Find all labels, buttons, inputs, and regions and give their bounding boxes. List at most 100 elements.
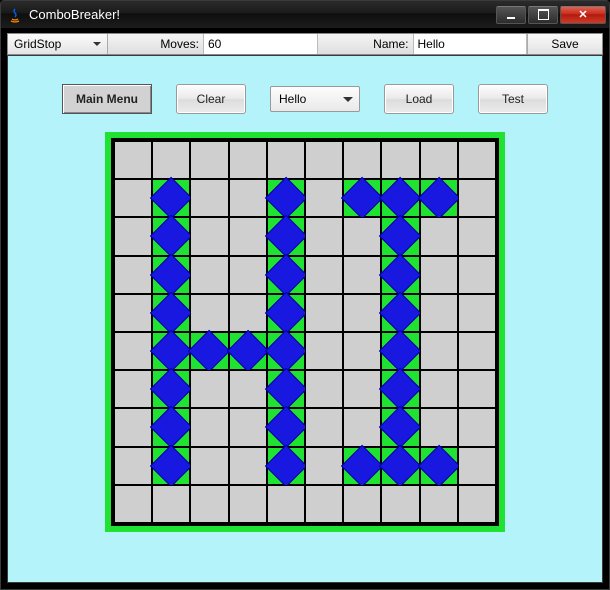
- grid-cell[interactable]: [381, 217, 419, 255]
- grid-cell[interactable]: [420, 294, 458, 332]
- grid-cell[interactable]: [152, 485, 190, 523]
- grid-cell[interactable]: [152, 408, 190, 446]
- close-button[interactable]: [560, 6, 606, 24]
- grid-cell[interactable]: [114, 370, 152, 408]
- grid-cell[interactable]: [190, 447, 228, 485]
- grid-cell[interactable]: [420, 447, 458, 485]
- grid-cell[interactable]: [420, 179, 458, 217]
- test-button[interactable]: Test: [478, 84, 548, 114]
- grid-cell[interactable]: [305, 141, 343, 179]
- grid-cell[interactable]: [229, 256, 267, 294]
- grid-cell[interactable]: [114, 217, 152, 255]
- mode-dropdown[interactable]: GridStop: [8, 34, 108, 54]
- grid-cell[interactable]: [381, 179, 419, 217]
- grid-cell[interactable]: [152, 370, 190, 408]
- moves-input[interactable]: [203, 34, 318, 54]
- grid-cell[interactable]: [305, 294, 343, 332]
- grid-cell[interactable]: [114, 179, 152, 217]
- grid-cell[interactable]: [381, 256, 419, 294]
- grid-cell[interactable]: [343, 408, 381, 446]
- grid-cell[interactable]: [305, 408, 343, 446]
- grid-cell[interactable]: [343, 217, 381, 255]
- grid-cell[interactable]: [343, 179, 381, 217]
- save-button[interactable]: Save: [527, 34, 602, 54]
- minimize-button[interactable]: [496, 6, 526, 24]
- grid-cell[interactable]: [305, 447, 343, 485]
- grid-cell[interactable]: [458, 256, 496, 294]
- grid-cell[interactable]: [458, 485, 496, 523]
- grid-cell[interactable]: [458, 447, 496, 485]
- grid-cell[interactable]: [229, 408, 267, 446]
- grid-cell[interactable]: [267, 370, 305, 408]
- grid-cell[interactable]: [343, 332, 381, 370]
- grid-cell[interactable]: [190, 217, 228, 255]
- grid-cell[interactable]: [267, 294, 305, 332]
- grid-cell[interactable]: [458, 179, 496, 217]
- grid-cell[interactable]: [305, 179, 343, 217]
- grid-cell[interactable]: [381, 485, 419, 523]
- pattern-dropdown[interactable]: Hello: [270, 86, 360, 112]
- grid-cell[interactable]: [229, 332, 267, 370]
- grid-cell[interactable]: [343, 447, 381, 485]
- maximize-button[interactable]: [528, 6, 558, 24]
- grid-cell[interactable]: [229, 370, 267, 408]
- grid-cell[interactable]: [420, 485, 458, 523]
- grid-cell[interactable]: [114, 447, 152, 485]
- grid-cell[interactable]: [458, 332, 496, 370]
- grid-cell[interactable]: [267, 217, 305, 255]
- grid-cell[interactable]: [381, 447, 419, 485]
- grid-cell[interactable]: [190, 408, 228, 446]
- grid-cell[interactable]: [343, 141, 381, 179]
- grid-cell[interactable]: [420, 408, 458, 446]
- grid-cell[interactable]: [152, 179, 190, 217]
- grid-cell[interactable]: [229, 179, 267, 217]
- grid-cell[interactable]: [381, 294, 419, 332]
- grid-cell[interactable]: [114, 332, 152, 370]
- grid-cell[interactable]: [152, 141, 190, 179]
- grid-cell[interactable]: [190, 332, 228, 370]
- grid-cell[interactable]: [267, 408, 305, 446]
- grid-cell[interactable]: [343, 256, 381, 294]
- grid-cell[interactable]: [229, 294, 267, 332]
- grid-cell[interactable]: [267, 332, 305, 370]
- grid-cell[interactable]: [190, 294, 228, 332]
- grid-cell[interactable]: [420, 217, 458, 255]
- grid-cell[interactable]: [190, 179, 228, 217]
- clear-button[interactable]: Clear: [176, 84, 246, 114]
- grid-cell[interactable]: [420, 370, 458, 408]
- grid-cell[interactable]: [152, 447, 190, 485]
- main-menu-button[interactable]: Main Menu: [62, 84, 152, 114]
- grid-cell[interactable]: [458, 217, 496, 255]
- grid-cell[interactable]: [305, 370, 343, 408]
- grid-cell[interactable]: [305, 332, 343, 370]
- grid-cell[interactable]: [343, 370, 381, 408]
- grid-cell[interactable]: [152, 217, 190, 255]
- grid-cell[interactable]: [229, 141, 267, 179]
- grid-cell[interactable]: [114, 408, 152, 446]
- grid-cell[interactable]: [267, 485, 305, 523]
- grid-cell[interactable]: [267, 179, 305, 217]
- grid-cell[interactable]: [381, 141, 419, 179]
- grid-cell[interactable]: [343, 485, 381, 523]
- grid-cell[interactable]: [420, 332, 458, 370]
- grid-cell[interactable]: [305, 217, 343, 255]
- grid-cell[interactable]: [305, 256, 343, 294]
- grid-cell[interactable]: [343, 294, 381, 332]
- grid-cell[interactable]: [229, 217, 267, 255]
- grid-cell[interactable]: [190, 256, 228, 294]
- grid-cell[interactable]: [267, 447, 305, 485]
- grid-cell[interactable]: [305, 485, 343, 523]
- grid-cell[interactable]: [152, 294, 190, 332]
- grid-cell[interactable]: [458, 294, 496, 332]
- grid-cell[interactable]: [152, 332, 190, 370]
- grid-cell[interactable]: [114, 141, 152, 179]
- grid-cell[interactable]: [114, 485, 152, 523]
- grid-cell[interactable]: [267, 256, 305, 294]
- grid-cell[interactable]: [190, 141, 228, 179]
- grid-cell[interactable]: [152, 256, 190, 294]
- grid[interactable]: [114, 141, 496, 523]
- grid-cell[interactable]: [114, 256, 152, 294]
- grid-cell[interactable]: [458, 370, 496, 408]
- grid-cell[interactable]: [381, 408, 419, 446]
- grid-cell[interactable]: [458, 141, 496, 179]
